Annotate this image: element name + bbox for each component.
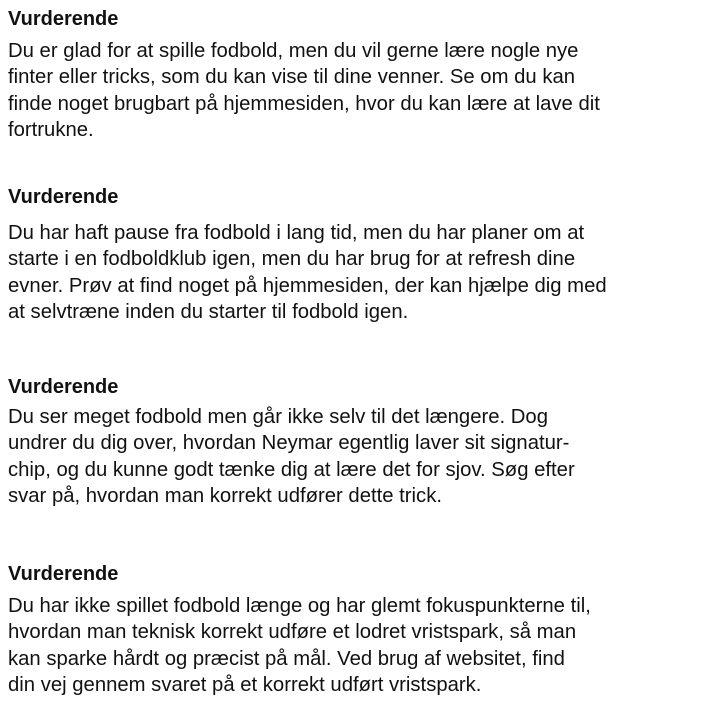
scenario-title: Vurderende (8, 376, 119, 398)
scenario-title: Vurderende (8, 186, 119, 208)
scenario-block-3: Vurderende Du ser meget fodbold men går … (8, 374, 698, 509)
scenario-text: Du har haft pause fra fodbold i lang tid… (8, 222, 607, 323)
scenario-block-2: Vurderende Du har haft pause fra fodbold… (8, 184, 698, 325)
scenario-block-1: Vurderende Du er glad for at spille fodb… (8, 6, 698, 143)
scenario-text: Du er glad for at spille fodbold, men du… (8, 40, 600, 141)
scenario-title: Vurderende (8, 563, 119, 585)
scenario-block-4: Vurderende Du har ikke spillet fodbold l… (8, 561, 698, 698)
scenario-title: Vurderende (8, 8, 119, 30)
scenario-text: Du ser meget fodbold men går ikke selv t… (8, 406, 575, 507)
scenario-text: Du har ikke spillet fodbold længe og har… (8, 595, 591, 696)
